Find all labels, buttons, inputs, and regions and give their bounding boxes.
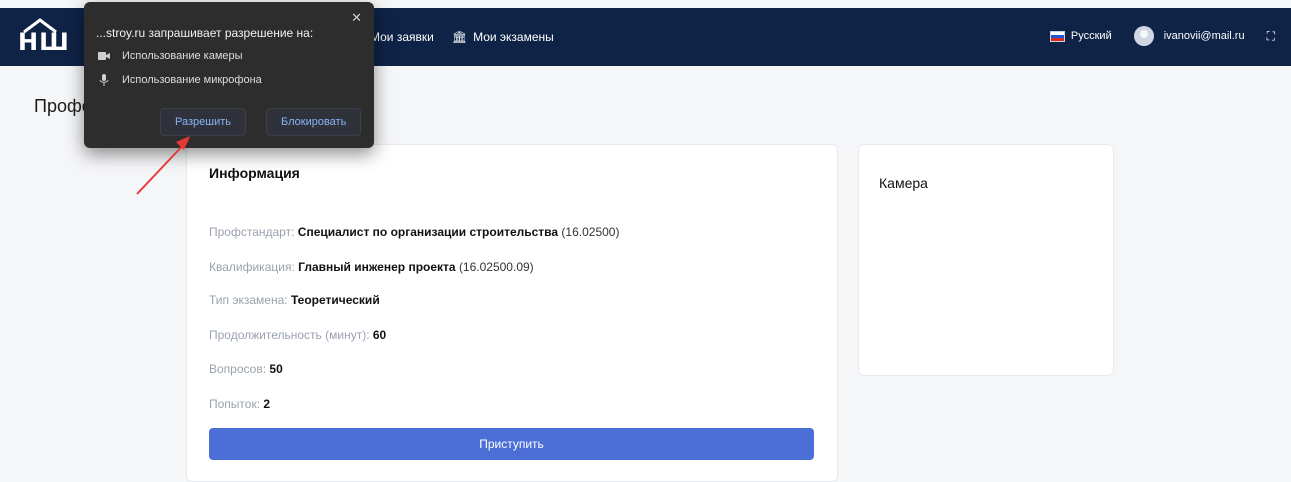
red-arrow-annotation — [136, 136, 190, 195]
